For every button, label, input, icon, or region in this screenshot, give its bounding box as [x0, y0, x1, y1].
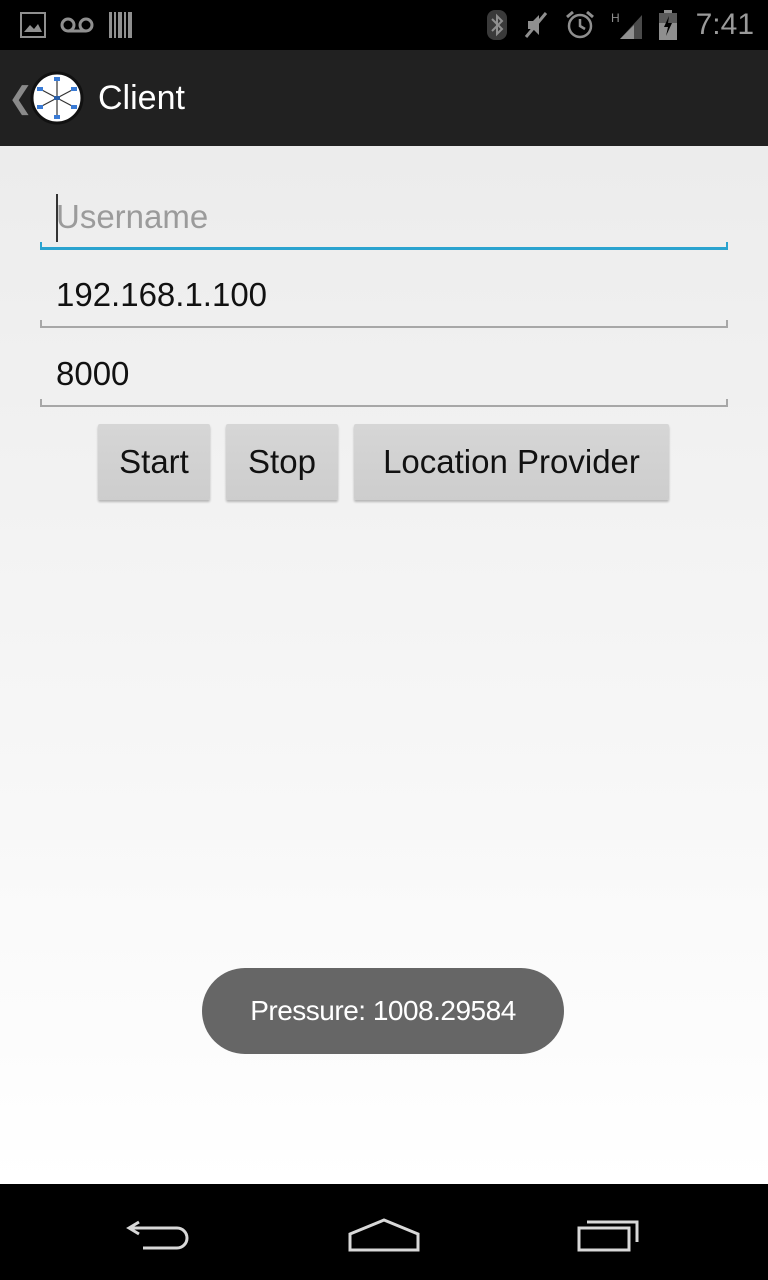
- port-value: 8000: [56, 355, 130, 392]
- recents-icon[interactable]: [560, 1206, 660, 1262]
- main-content: Username 192.168.1.100 8000 Start Stop L…: [0, 146, 768, 1184]
- chevron-left-icon[interactable]: ❮: [8, 81, 33, 116]
- page-title: Client: [98, 78, 185, 117]
- mute-icon: [522, 9, 550, 41]
- back-icon[interactable]: [110, 1206, 210, 1262]
- voicemail-icon: [60, 15, 94, 35]
- battery-icon: [658, 9, 678, 41]
- stop-button[interactable]: Stop: [226, 424, 338, 500]
- username-underline: [40, 242, 728, 250]
- signal-icon: H: [610, 9, 644, 41]
- port-underline: [40, 399, 728, 407]
- toast-message: Pressure: 1008.29584: [202, 968, 564, 1054]
- home-icon[interactable]: [334, 1206, 434, 1262]
- navigation-bar: [0, 1184, 768, 1280]
- location-provider-button[interactable]: Location Provider: [354, 424, 669, 500]
- start-button[interactable]: Start: [98, 424, 210, 500]
- bluetooth-icon: [486, 9, 508, 41]
- network-hub-icon[interactable]: [30, 71, 84, 125]
- username-field[interactable]: Username: [40, 190, 728, 250]
- server-ip-value: 192.168.1.100: [56, 276, 268, 313]
- username-placeholder: Username: [56, 198, 209, 235]
- status-time: 7:41: [695, 8, 754, 41]
- action-bar: ❮ Client: [0, 50, 768, 146]
- network-type-label: H: [611, 11, 620, 25]
- image-icon: [20, 12, 46, 38]
- port-field[interactable]: 8000: [40, 347, 728, 407]
- server-ip-field[interactable]: 192.168.1.100: [40, 268, 728, 328]
- barcode-icon: [108, 10, 134, 40]
- alarm-icon: [564, 9, 596, 41]
- status-bar: H 7:41: [0, 0, 768, 50]
- server-ip-underline: [40, 320, 728, 328]
